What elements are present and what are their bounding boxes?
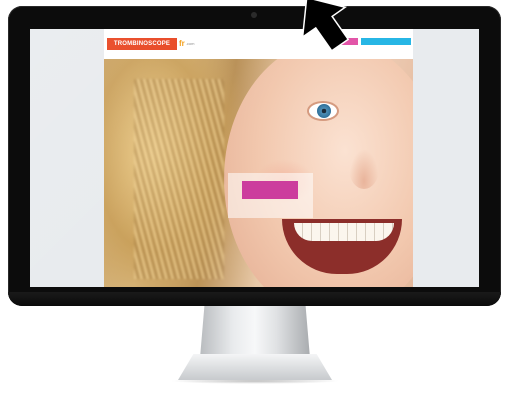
monitor-chin xyxy=(8,292,501,306)
site-logo[interactable]: TROMBINOSCOPE fr .com xyxy=(107,38,194,50)
logo-wordmark: TROMBINOSCOPE xyxy=(107,38,177,50)
hero-teeth xyxy=(294,223,394,241)
hero-iris xyxy=(317,104,335,118)
monitor-stand-neck xyxy=(200,306,310,358)
webcam-dot xyxy=(251,12,257,18)
monitor-display: TROMBINOSCOPE fr .com xyxy=(8,6,501,306)
login-overlay-box xyxy=(228,173,313,218)
monitor-screen: TROMBINOSCOPE fr .com xyxy=(30,29,479,287)
hero-eye xyxy=(309,103,337,119)
hero-photo xyxy=(104,59,413,287)
enter-button[interactable] xyxy=(242,181,298,199)
website-page: TROMBINOSCOPE fr .com xyxy=(104,29,413,287)
arrow-cursor-icon xyxy=(301,0,350,52)
logo-suffix: fr xyxy=(179,39,185,48)
hero-eye-shine xyxy=(332,107,335,110)
hero-nose xyxy=(349,149,379,189)
logo-domain: .com xyxy=(185,41,195,46)
monitor-stand-foot xyxy=(178,354,332,380)
hero-hair-strands xyxy=(134,79,224,279)
